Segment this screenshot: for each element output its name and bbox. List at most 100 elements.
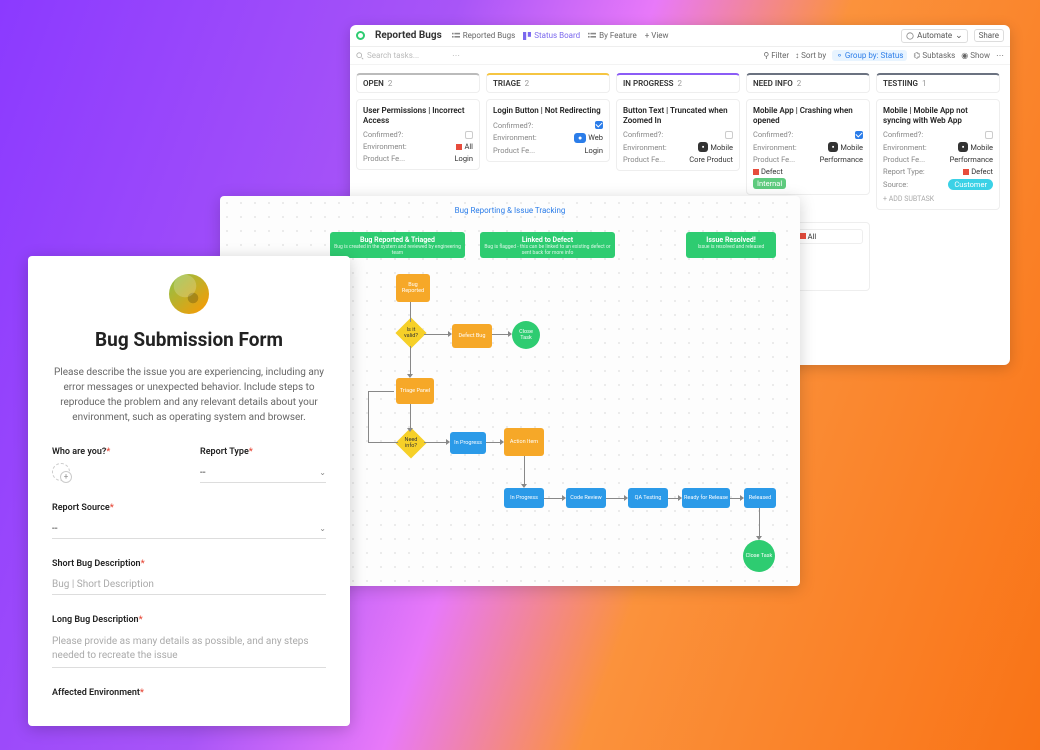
mobile-badge: ▪	[828, 142, 838, 152]
field-report-type: Report Type* --⌄	[200, 447, 326, 483]
sort-button[interactable]: ↕ Sort by	[795, 51, 826, 60]
mobile-badge: ▪	[958, 142, 968, 152]
wb-node-ready-release[interactable]: Ready for Release	[682, 488, 730, 508]
field-who-are-you: Who are you?*	[52, 447, 178, 483]
wb-node-released[interactable]: Released	[744, 488, 776, 508]
tab-by-feature[interactable]: By Feature	[588, 31, 637, 40]
wb-header-3: Issue Resolved! Issue is resolved and re…	[686, 232, 776, 258]
wb-connector	[410, 404, 411, 430]
short-desc-input[interactable]: Bug | Short Description	[52, 575, 326, 595]
form-title: Bug Submission Form	[52, 328, 326, 351]
wb-node-close-task-2[interactable]: Close Task	[743, 540, 775, 572]
checkbox-icon[interactable]	[465, 131, 473, 139]
column-header[interactable]: TESTIING 1	[876, 73, 1000, 93]
checkbox-icon[interactable]	[855, 131, 863, 139]
flag-icon	[800, 233, 806, 239]
card-open-1[interactable]: User Permissions | Incorrect Access Conf…	[356, 99, 480, 170]
column-header[interactable]: IN PROGRESS 2	[616, 73, 740, 93]
wb-node-code-review[interactable]: Code Review	[566, 488, 606, 508]
tab-label: By Feature	[599, 31, 637, 40]
card-inprogress-1[interactable]: Button Text | Truncated when Zoomed In C…	[616, 99, 740, 171]
source-badge: Customer	[948, 179, 993, 190]
arrow-icon	[756, 536, 762, 540]
card-testing-1[interactable]: Mobile | Mobile App not syncing with Web…	[876, 99, 1000, 210]
flag-icon	[963, 169, 969, 175]
wb-header-1: Bug Reported & Triaged Bug is created in…	[330, 232, 465, 258]
search-icon	[356, 52, 364, 60]
share-button[interactable]: Share	[974, 29, 1004, 42]
robot-icon	[906, 32, 914, 40]
arrow-icon	[407, 428, 413, 432]
column-header[interactable]: TRIAGE 2	[486, 73, 610, 93]
more-icon[interactable]	[452, 51, 460, 60]
tab-label: Status Board	[534, 31, 580, 40]
wb-node-close-task[interactable]: Close Task	[512, 321, 540, 349]
add-view-button[interactable]: + View	[645, 31, 669, 40]
view-tabs: Reported Bugs Status Board By Feature + …	[452, 31, 669, 40]
wb-node-action-item[interactable]: Action Item	[504, 428, 544, 456]
header-right: Automate Share	[901, 29, 1004, 43]
card-title: Mobile App | Crashing when opened	[753, 106, 863, 125]
board-icon	[523, 32, 531, 40]
wb-connector	[410, 346, 411, 376]
search-input[interactable]: Search tasks...	[356, 51, 446, 60]
wb-node-defect-bug[interactable]: Defect Bug	[452, 324, 492, 348]
board-header: Reported Bugs Reported Bugs Status Board…	[350, 25, 1010, 47]
whiteboard-title: Bug Reporting & Issue Tracking	[455, 206, 566, 215]
checkbox-icon[interactable]	[725, 131, 733, 139]
add-subtask-button[interactable]: + ADD SUBTASK	[883, 195, 993, 203]
arrow-icon	[446, 439, 450, 445]
tab-label: Reported Bugs	[463, 31, 516, 40]
field-short-description: Short Bug Description* Bug | Short Descr…	[52, 559, 326, 595]
assignee-picker[interactable]	[52, 463, 70, 481]
card-triage-1[interactable]: Login Button | Not Redirecting Confirmed…	[486, 99, 610, 162]
wb-connector	[544, 498, 564, 499]
subtasks-button[interactable]: ⌬ Subtasks	[913, 51, 955, 60]
wb-connector	[424, 442, 448, 443]
board-title: Reported Bugs	[375, 30, 442, 41]
arrow-icon	[624, 495, 628, 501]
web-badge: ●	[574, 133, 586, 143]
chevron-down-icon: ⌄	[319, 524, 326, 533]
tab-reported-bugs[interactable]: Reported Bugs	[452, 31, 516, 40]
report-source-select[interactable]: --⌄	[52, 519, 326, 539]
column-header[interactable]: OPEN 2	[356, 73, 480, 93]
show-button[interactable]: ◉ Show	[961, 51, 990, 60]
flag-icon	[753, 169, 759, 175]
source-badge: Internal	[753, 178, 786, 189]
card-title: Button Text | Truncated when Zoomed In	[623, 106, 733, 125]
wb-connector	[424, 334, 450, 335]
wb-header-2: Linked to Defect Bug is flagged - this c…	[480, 232, 615, 258]
automate-button[interactable]: Automate	[901, 29, 967, 43]
arrow-icon	[448, 331, 452, 337]
wb-node-diamond-valid[interactable]: Is it valid?	[395, 317, 426, 348]
card-title: Mobile | Mobile App not syncing with Web…	[883, 106, 993, 125]
field-long-description: Long Bug Description* Please provide as …	[52, 615, 326, 668]
wb-node-inprogress2[interactable]: In Progress	[504, 488, 544, 508]
arrow-icon	[562, 495, 566, 501]
wb-node-triage[interactable]: Triage Panel	[396, 378, 434, 404]
more-options-icon[interactable]	[996, 51, 1004, 60]
group-by-button[interactable]: ⚬ Group by: Status	[832, 50, 907, 61]
wb-node-diamond-needinfo[interactable]: Need info?	[395, 427, 426, 458]
status-circle-icon	[356, 31, 365, 40]
card-needinfo-1[interactable]: Mobile App | Crashing when opened Confir…	[746, 99, 870, 195]
flag-icon	[456, 144, 462, 150]
field-report-source: Report Source* --⌄	[52, 503, 326, 539]
arrow-icon	[508, 331, 512, 337]
arrow-icon	[407, 374, 413, 378]
wb-node-bug-reported[interactable]: Bug Reported	[396, 274, 430, 302]
long-desc-input[interactable]: Please provide as many details as possib…	[52, 631, 326, 668]
field-affected-environment: Affected Environment*	[52, 688, 326, 698]
report-type-select[interactable]: --⌄	[200, 463, 326, 483]
chevron-down-icon	[955, 31, 963, 41]
wb-connector	[759, 508, 760, 538]
tab-status-board[interactable]: Status Board	[523, 31, 580, 40]
wb-connector	[368, 391, 369, 443]
column-header[interactable]: NEED INFO 2	[746, 73, 870, 93]
filter-button[interactable]: ⚲ Filter	[763, 51, 789, 60]
wb-node-qa-testing[interactable]: QA Testing	[628, 488, 668, 508]
checkbox-icon[interactable]	[985, 131, 993, 139]
wb-node-inprogress[interactable]: In Progress	[450, 432, 486, 454]
checkbox-icon[interactable]	[595, 121, 603, 129]
